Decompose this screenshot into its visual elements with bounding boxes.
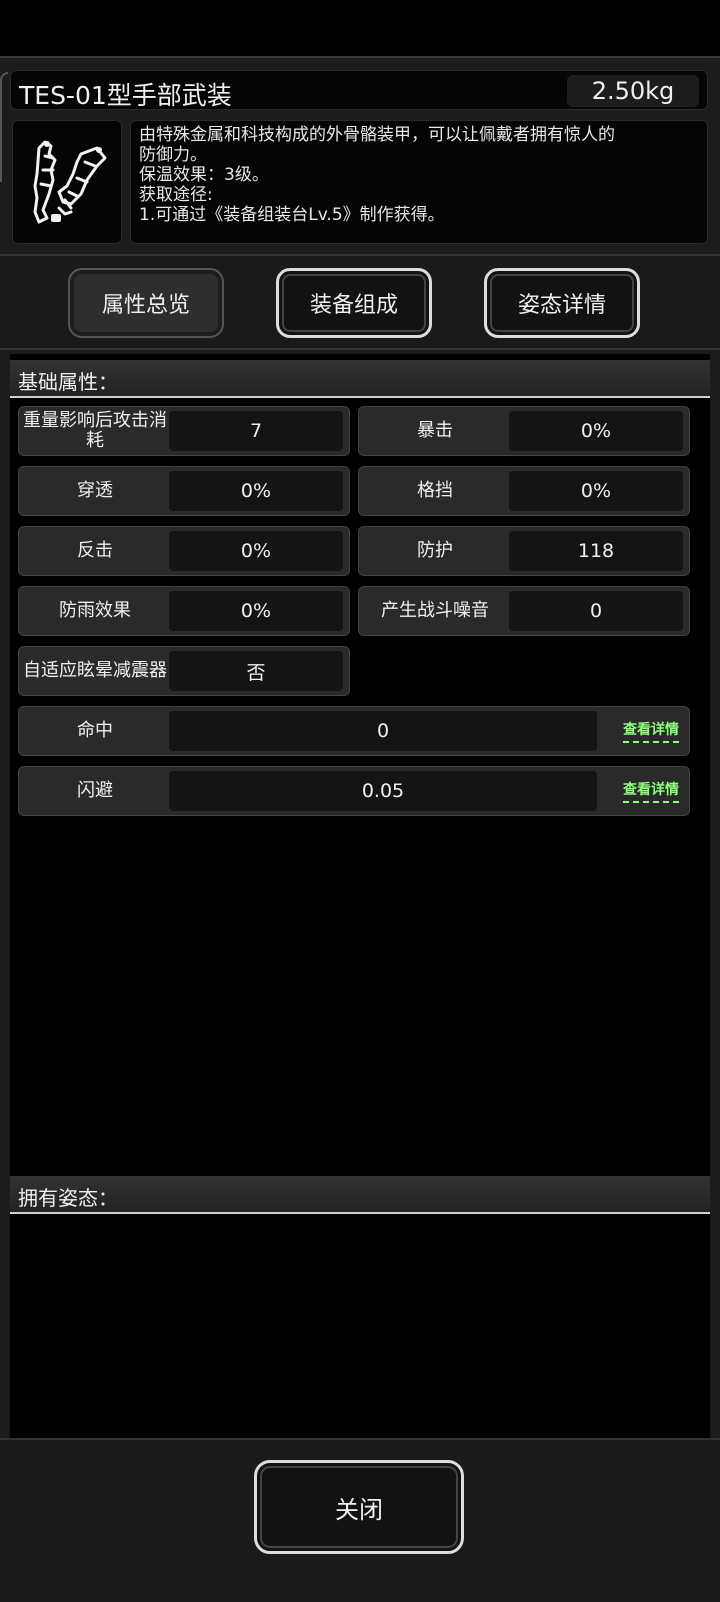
footer-bar: 关闭 [0, 1438, 720, 1602]
stat-block: 格挡 0% [358, 466, 690, 516]
close-button[interactable]: 关闭 [254, 1460, 464, 1554]
stat-label: 穿透 [77, 480, 113, 501]
tab-stance-details[interactable]: 姿态详情 [484, 268, 640, 338]
stat-label: 自适应眩晕减震器 [23, 660, 167, 681]
stat-dizziness-absorber: 自适应眩晕减震器 否 [18, 646, 350, 696]
description-line: 保温效果：3级。 [139, 165, 269, 185]
stat-label: 命中 [77, 720, 113, 741]
stat-rainproof: 防雨效果 0% [18, 586, 350, 636]
stances-header: 拥有姿态： [10, 1176, 710, 1214]
stat-label: 反击 [77, 540, 113, 561]
view-details-link-hit[interactable]: 查看详情 [623, 719, 679, 743]
stat-label: 格挡 [417, 480, 453, 501]
exoskeleton-arm-icon [33, 140, 107, 224]
tab-attribute-overview[interactable]: 属性总览 [68, 268, 224, 338]
stat-value: 0% [509, 471, 683, 511]
stat-value: 7 [169, 411, 343, 451]
description-line: 1.可通过《装备组装台Lv.5》制作获得。 [139, 205, 445, 225]
stat-value: 0.05 [169, 771, 597, 811]
stat-value: 0% [169, 471, 343, 511]
stat-value: 0% [169, 531, 343, 571]
stat-protection: 防护 118 [358, 526, 690, 576]
stat-value: 0% [509, 411, 683, 451]
item-title-bar: TES-01型手部武装 2.50kg [10, 70, 708, 110]
basic-attributes-header: 基础属性： [10, 360, 710, 398]
content-area[interactable]: 基础属性： 重量影响后攻击消耗 7 暴击 0% 穿透 0% 格挡 0% 反击 0… [10, 354, 710, 1494]
description-line: 获取途径: [139, 185, 213, 205]
stat-value: 0 [509, 591, 683, 631]
stat-penetration: 穿透 0% [18, 466, 350, 516]
stat-value: 118 [509, 531, 683, 571]
stat-counter: 反击 0% [18, 526, 350, 576]
stat-hit: 命中 0 查看详情 [18, 706, 690, 756]
stat-label: 产生战斗噪音 [381, 600, 489, 621]
stat-label: 暴击 [417, 420, 453, 441]
equipment-detail-panel: TES-01型手部武装 2.50kg 由特殊金属和科技构成的外骨骼装甲，可以让佩… [0, 56, 720, 1602]
tab-bar: 属性总览 装备组成 姿态详情 [0, 254, 720, 350]
item-weight: 2.50kg [567, 75, 699, 107]
stat-label: 防雨效果 [59, 600, 131, 621]
stat-crit: 暴击 0% [358, 406, 690, 456]
stat-value: 0% [169, 591, 343, 631]
stat-combat-noise: 产生战斗噪音 0 [358, 586, 690, 636]
stat-attack-cost: 重量影响后攻击消耗 7 [18, 406, 350, 456]
item-description: 由特殊金属和科技构成的外骨骼装甲，可以让佩戴者拥有惊人的 防御力。 保温效果：3… [130, 120, 708, 244]
stat-label: 防护 [417, 540, 453, 561]
stat-label: 重量影响后攻击消耗 [23, 410, 167, 451]
panel-edge-decoration [0, 72, 8, 182]
stat-label: 闪避 [77, 780, 113, 801]
description-line: 防御力。 [139, 145, 207, 165]
tab-equipment-composition[interactable]: 装备组成 [276, 268, 432, 338]
view-details-link-dodge[interactable]: 查看详情 [623, 779, 679, 803]
item-icon-frame [12, 120, 122, 244]
item-name: TES-01型手部武装 [19, 81, 232, 110]
stat-dodge: 闪避 0.05 查看详情 [18, 766, 690, 816]
stat-value: 0 [169, 711, 597, 751]
description-line: 由特殊金属和科技构成的外骨骼装甲，可以让佩戴者拥有惊人的 [139, 125, 615, 145]
stat-value: 否 [169, 651, 343, 691]
